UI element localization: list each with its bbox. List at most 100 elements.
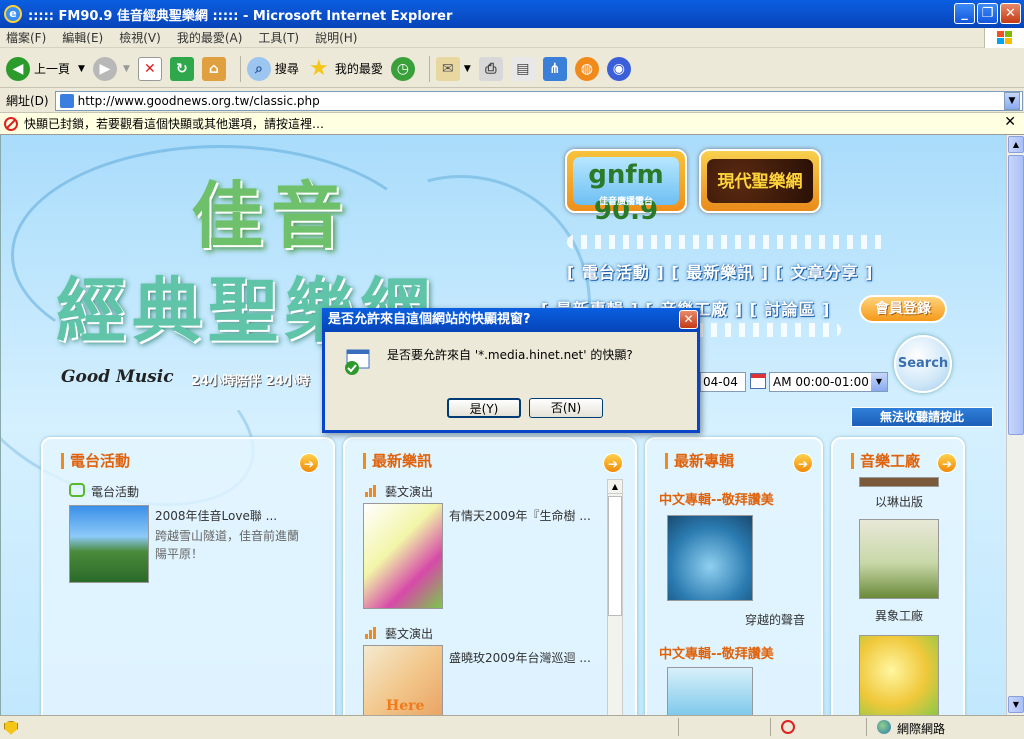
- menu-help[interactable]: 說明(H): [315, 29, 357, 46]
- security-shield-icon: [4, 720, 18, 735]
- modern-logo-text: 現代聖樂網: [717, 172, 803, 192]
- chevron-down-icon[interactable]: ▼: [871, 373, 887, 391]
- panel-latest-news: 最新樂訊 ➔ 藝文演出 有情天2009年『生命樹 ... 藝文演出 Here 盛…: [343, 437, 637, 715]
- popup-blocked-status-icon[interactable]: [781, 720, 795, 734]
- factory-thumbnail[interactable]: [859, 519, 939, 599]
- addon-button-2[interactable]: ◉: [606, 56, 631, 81]
- yes-button[interactable]: 是(Y): [447, 398, 521, 418]
- thumbnail-text: Here: [386, 698, 425, 714]
- search-button[interactable]: Search: [894, 335, 952, 393]
- factory-thumbnail[interactable]: [859, 635, 939, 715]
- favorites-button[interactable]: ★ 我的最愛: [307, 56, 383, 81]
- scroll-thumb[interactable]: [608, 496, 622, 616]
- messenger-button[interactable]: ⋔: [542, 56, 567, 81]
- address-input[interactable]: http://www.goodnews.org.tw/classic.php: [54, 90, 1023, 111]
- news-category: 藝文演出: [385, 627, 434, 641]
- home-icon: ⌂: [201, 56, 226, 81]
- calendar-icon[interactable]: [750, 373, 766, 389]
- factory-item-title[interactable]: 以琳出版: [875, 493, 923, 510]
- address-dropdown-icon[interactable]: ▼: [1004, 92, 1020, 110]
- activity-title[interactable]: 2008年佳音Love聯 ...: [155, 507, 277, 524]
- factory-thumbnail[interactable]: [859, 477, 939, 487]
- activity-desc: 跨越雪山隧道，佳音前進蘭陽平原！: [155, 529, 300, 561]
- dialog-title-bar[interactable]: 是否允許來自這個網站的快顯視窗? ✕: [322, 308, 700, 332]
- chevron-down-icon[interactable]: ▼: [123, 64, 130, 74]
- scroll-thumb[interactable]: [1008, 155, 1024, 435]
- menu-tools[interactable]: 工具(T): [258, 29, 299, 46]
- page-scrollbar[interactable]: ▲ ▼: [1006, 135, 1024, 715]
- search-button[interactable]: ⌕ 搜尋: [246, 56, 299, 81]
- status-cell: [678, 718, 770, 736]
- album-cover[interactable]: [667, 667, 753, 715]
- infobar-close-icon[interactable]: ✕: [1004, 114, 1016, 130]
- refresh-icon: ↻: [169, 56, 194, 81]
- chevron-down-icon[interactable]: ▼: [464, 64, 471, 74]
- more-arrow-icon[interactable]: ➔: [793, 453, 813, 473]
- banner-title-top: 佳音: [191, 173, 352, 258]
- panel-scrollbar[interactable]: ▲: [607, 479, 623, 715]
- news-thumbnail[interactable]: [363, 503, 443, 609]
- no-button[interactable]: 否(N): [529, 398, 603, 418]
- minimize-button[interactable]: _: [954, 3, 975, 24]
- modern-music-logo[interactable]: 現代聖樂網: [699, 149, 821, 213]
- chevron-down-icon[interactable]: ▼: [78, 64, 85, 74]
- more-arrow-icon[interactable]: ➔: [937, 453, 957, 473]
- news-item-title[interactable]: 盛曉玫2009年台灣巡迴 ...: [449, 649, 591, 666]
- menu-view[interactable]: 檢視(V): [119, 29, 161, 46]
- nav-row-1[interactable]: [ 電台活動 ] [ 最新樂訊 ] [ 文章分享 ]: [567, 259, 873, 283]
- history-button[interactable]: ◷: [390, 56, 415, 81]
- date-input[interactable]: 04-04: [700, 372, 746, 392]
- blocked-icon: [4, 116, 18, 131]
- gnfm-logo[interactable]: gnfm 90.9 佳音廣播電台: [565, 149, 687, 226]
- factory-item-title[interactable]: 異象工廠: [875, 607, 923, 624]
- news-thumbnail[interactable]: Here: [363, 645, 443, 715]
- home-button[interactable]: ⌂: [201, 56, 226, 81]
- zone-label: 網際網路: [897, 722, 946, 736]
- stop-button[interactable]: ✕: [137, 56, 162, 81]
- album-cover[interactable]: [667, 515, 753, 601]
- stop-icon: ✕: [137, 56, 162, 81]
- toolbar-separator: [428, 55, 430, 82]
- scroll-up-icon[interactable]: ▲: [1008, 136, 1024, 153]
- popup-blocked-infobar[interactable]: 快顯已封鎖，若要觀看這個快顯或其他選項，請按這裡…: [0, 113, 1024, 135]
- menu-favorites[interactable]: 我的最愛(A): [177, 29, 243, 46]
- mail-button[interactable]: ✉ ▼: [435, 56, 471, 81]
- menu-edit[interactable]: 編輯(E): [62, 29, 103, 46]
- news-item-title[interactable]: 有情天2009年『生命樹 ...: [449, 507, 591, 524]
- panel-title: 最新樂訊: [363, 453, 432, 469]
- bars-icon: [365, 627, 377, 639]
- time-select[interactable]: AM 00:00-01:00 ▼: [769, 372, 888, 392]
- edit-button[interactable]: ▤: [510, 56, 535, 81]
- close-button[interactable]: ✕: [1000, 3, 1021, 24]
- addon-button-1[interactable]: ◍: [574, 56, 599, 81]
- menu-bar: 檔案(F) 編輯(E) 檢視(V) 我的最愛(A) 工具(T) 說明(H): [0, 28, 1024, 48]
- title-bar[interactable]: e ::::: FM90.9 佳音經典聖樂網 ::::: - Microsoft…: [0, 0, 1024, 28]
- print-button[interactable]: ⎙: [478, 56, 503, 81]
- dialog-message: 是否要允許來自 '*.media.hinet.net' 的快顯?: [387, 348, 633, 362]
- back-button[interactable]: ◀ 上一頁 ▼: [6, 56, 85, 81]
- infobar-text: 快顯已封鎖，若要觀看這個快顯或其他選項，請按這裡…: [24, 117, 325, 131]
- forward-button[interactable]: ▶ ▼: [92, 56, 130, 81]
- banner-tagline: 24小時陪伴 24小時: [191, 374, 310, 389]
- more-arrow-icon[interactable]: ➔: [603, 453, 623, 473]
- addon-orange-icon: ◍: [574, 56, 599, 81]
- ie-icon: e: [4, 5, 22, 23]
- scroll-down-icon[interactable]: ▼: [1008, 696, 1024, 713]
- menu-file[interactable]: 檔案(F): [6, 29, 46, 46]
- album-title[interactable]: 穿越的聲音: [745, 611, 805, 628]
- dialog-close-button[interactable]: ✕: [679, 310, 698, 329]
- member-login-button[interactable]: 會員登錄: [859, 295, 947, 323]
- scroll-up-icon[interactable]: ▲: [608, 480, 622, 494]
- more-arrow-icon[interactable]: ➔: [299, 453, 319, 473]
- activity-thumbnail[interactable]: [69, 505, 149, 583]
- maximize-button[interactable]: ❐: [977, 3, 998, 24]
- time-select-value: AM 00:00-01:00: [773, 375, 869, 389]
- ie-window: e ::::: FM90.9 佳音經典聖樂網 ::::: - Microsoft…: [0, 0, 1024, 739]
- album-category[interactable]: 中文專輯--敬拜讚美: [659, 643, 774, 662]
- page-icon: [59, 93, 74, 108]
- cannot-listen-button[interactable]: 無法收聽請按此: [851, 407, 993, 427]
- album-category[interactable]: 中文專輯--敬拜讚美: [659, 489, 774, 508]
- mail-icon: ✉: [435, 56, 460, 81]
- back-arrow-icon: ◀: [6, 56, 30, 81]
- refresh-button[interactable]: ↻: [169, 56, 194, 81]
